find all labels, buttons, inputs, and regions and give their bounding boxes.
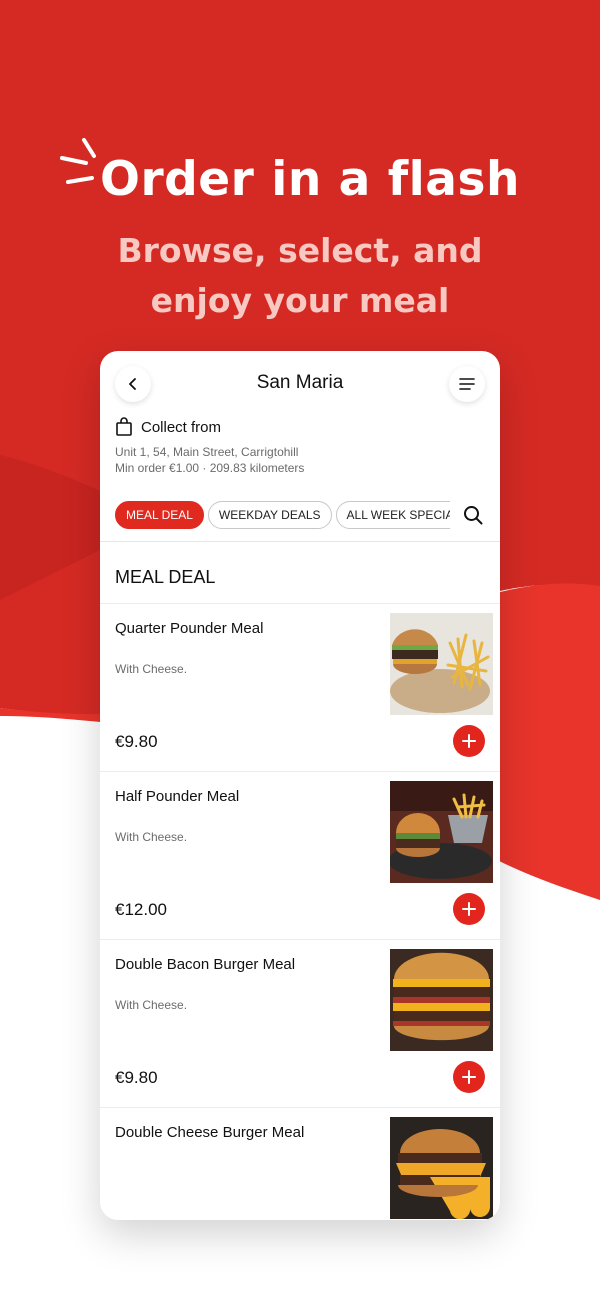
cheese-burger-image xyxy=(390,1117,493,1219)
hero-subtitle: Browse, select, and enjoy your meal xyxy=(117,231,483,320)
tabs-divider xyxy=(100,541,500,542)
menu-lines-icon xyxy=(459,378,475,390)
menu-item[interactable]: Double Cheese Burger Meal xyxy=(100,1107,500,1220)
menu-item[interactable]: Quarter Pounder Meal With Cheese. €9.80 xyxy=(100,603,500,771)
plus-icon xyxy=(462,734,476,748)
add-to-cart-button[interactable] xyxy=(453,725,485,757)
burger-fries-image xyxy=(390,781,493,883)
add-to-cart-button[interactable] xyxy=(453,1061,485,1093)
item-name: Half Pounder Meal xyxy=(115,788,240,805)
add-to-cart-button[interactable] xyxy=(453,893,485,925)
bacon-burger-image xyxy=(390,949,493,1051)
item-description: With Cheese. xyxy=(115,830,188,844)
store-name: San Maria xyxy=(256,372,344,393)
item-price: €9.80 xyxy=(115,1068,158,1087)
tab-all-week-specials[interactable]: ALL WEEK SPECIA xyxy=(335,501,450,529)
phone-screen-card: San Maria Collect from Unit 1, 54, Main … xyxy=(100,351,500,1220)
top-bar: San Maria xyxy=(100,351,500,417)
collect-label: Collect from xyxy=(141,418,222,436)
menu-item[interactable]: Double Bacon Burger Meal With Cheese. €9… xyxy=(100,939,500,1107)
tab-weekday-deals[interactable]: WEEKDAY DEALS xyxy=(207,501,332,529)
store-address: Unit 1, 54, Main Street, Carrigtohill xyxy=(115,445,299,459)
item-description: With Cheese. xyxy=(115,662,188,676)
plus-icon xyxy=(462,1070,476,1084)
section-title: MEAL DEAL xyxy=(115,567,216,587)
item-price: €12.00 xyxy=(115,900,167,919)
item-name: Double Cheese Burger Meal xyxy=(115,1124,305,1141)
shopping-bag-icon xyxy=(116,417,132,436)
collect-row[interactable]: Collect from xyxy=(115,415,221,439)
item-description: With Cheese. xyxy=(115,998,188,1012)
item-price: €9.80 xyxy=(115,732,158,751)
menu-button[interactable] xyxy=(449,366,485,402)
search-icon[interactable] xyxy=(462,504,484,526)
tab-meal-deal[interactable]: MEAL DEAL xyxy=(115,501,204,529)
item-name: Double Bacon Burger Meal xyxy=(115,956,296,973)
min-order-info: Min order €1.00 · 209.83 kilometers xyxy=(115,461,305,475)
menu-item[interactable]: Half Pounder Meal With Cheese. €12.00 xyxy=(100,771,500,939)
category-tabs: MEAL DEAL WEEKDAY DEALS ALL WEEK SPECIA xyxy=(115,501,450,529)
burger-fries-image xyxy=(390,613,493,715)
plus-icon xyxy=(462,902,476,916)
item-name: Quarter Pounder Meal xyxy=(115,620,264,637)
hero-title: Order in a flash xyxy=(100,152,520,207)
